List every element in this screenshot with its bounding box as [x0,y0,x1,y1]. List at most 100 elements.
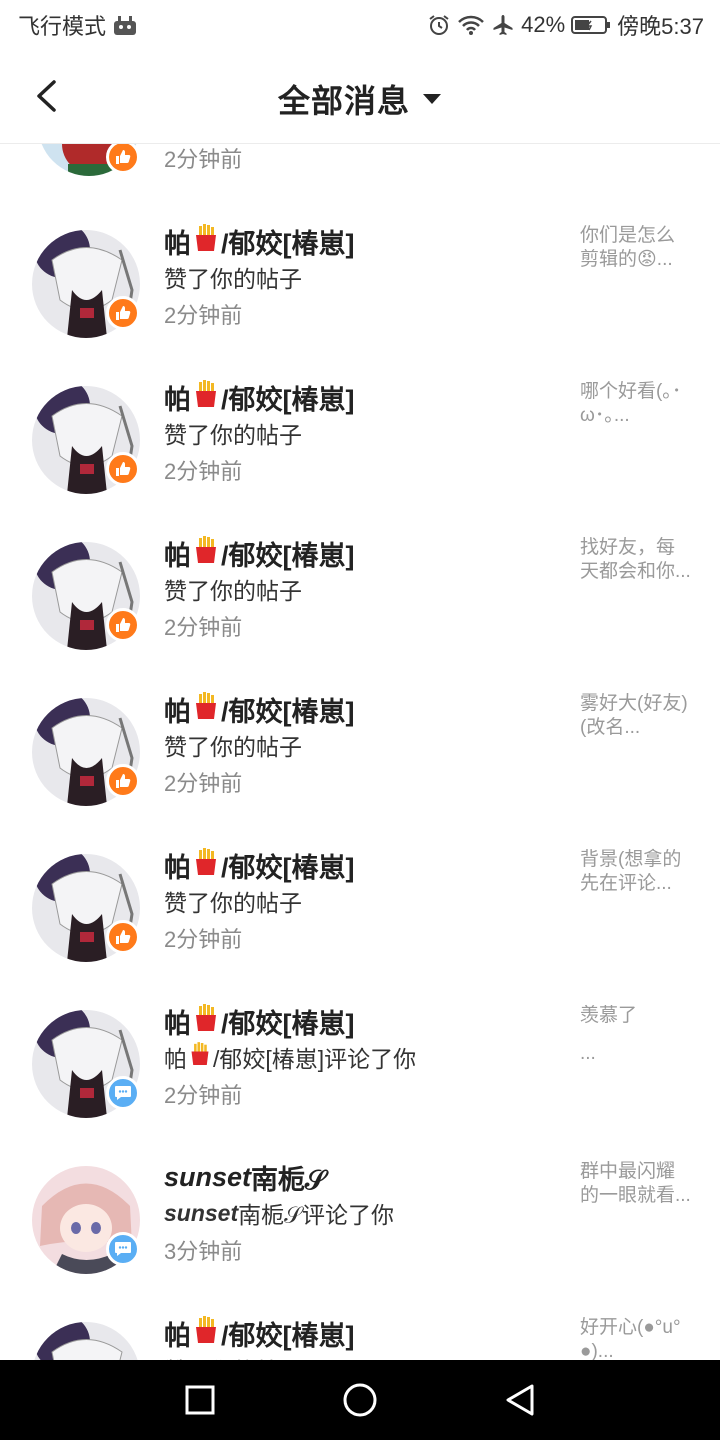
snippet-line: 羡慕了 [580,1005,638,1026]
action-text-part: /郁姣[椿崽]评论了你 [213,1046,417,1072]
list-item[interactable]: 帕 /郁姣[椿崽] 赞了你的帖子 2分钟前 雾好大(好友)(改名... [0,688,720,844]
android-icon [112,14,138,36]
speech-bubble-icon [115,1242,131,1256]
sender-name[interactable]: 帕 /郁姣[椿崽] [164,222,354,261]
list-item[interactable]: sunset 南栀𝒮 sunset 南栀𝒮评论了你 3分钟前 群中最闪耀的一眼就… [0,1156,720,1312]
alarm-icon [427,13,451,37]
status-left: 飞行模式 [18,9,138,41]
thumbs-up-icon [116,774,131,788]
list-item[interactable]: 帕 /郁姣[椿崽] 赞了你的帖子 好开心(●°u°●)... [0,1312,720,1360]
list-item[interactable]: 帕 /郁姣[椿崽] 帕 /郁姣[椿崽]评论了你 2分钟前 羡慕了 ... [0,1000,720,1156]
item-time: 3分钟前 [164,1239,243,1264]
airplane-icon [491,13,515,37]
snippet-line: ... [580,1043,596,1064]
fries-icon [193,536,219,571]
post-snippet[interactable]: 找好友，每天都会和你... [580,536,692,584]
sender-name-part: 南栀𝒮 [251,1165,326,1195]
like-badge [106,608,140,642]
action-text: 赞了你的帖子 [164,578,302,604]
thumbs-up-icon [116,150,131,164]
item-time: 2分钟前 [164,147,243,172]
post-snippet[interactable]: 羡慕了 ... [580,1004,692,1066]
item-time: 2分钟前 [164,303,243,328]
item-time: 2分钟前 [164,771,243,796]
fries-icon [193,1004,219,1039]
list-item[interactable]: 帕 /郁姣[椿崽] 赞了你的帖子 2分钟前 找好友，每天都会和你... [0,532,720,688]
wifi-icon [457,14,485,36]
avatar[interactable] [32,1322,140,1360]
fries-icon [193,380,219,415]
home-icon [343,1383,377,1417]
sender-name-part: /郁姣[椿崽] [221,229,355,259]
post-snippet[interactable]: 哪个好看(｡･ω･｡... [580,380,692,428]
action-text-part: sunset [164,1199,239,1226]
sender-name-part: /郁姣[椿崽] [221,853,355,883]
sender-name[interactable]: 帕 /郁姣[椿崽] [164,378,354,417]
list-item[interactable]: 帕 /郁姣[椿崽] 赞了你的帖子 2分钟前 背景(想拿的先在评论... [0,844,720,1000]
fries-icon [193,1316,219,1351]
sender-name-part: 帕 [164,1009,191,1039]
sender-name[interactable]: sunset 南栀𝒮 [164,1158,326,1197]
sender-name-part: /郁姣[椿崽] [221,1321,355,1351]
system-back-button[interactable] [490,1370,550,1430]
post-snippet[interactable]: 好开心(●°u°●)... [580,1316,692,1360]
battery-icon [571,14,611,36]
action-text: sunset 南栀𝒮评论了你 [164,1196,394,1230]
clock: 傍晚5:37 [617,14,704,39]
action-text: 赞了你的帖子 [164,422,302,448]
post-snippet[interactable]: 背景(想拿的先在评论... [580,848,692,896]
navigation-bar [0,1360,720,1440]
caret-down-icon [423,94,441,104]
sender-name[interactable]: 帕 /郁姣[椿崽] [164,534,354,573]
home-button[interactable] [330,1370,390,1430]
speech-bubble-icon [115,1086,131,1100]
item-time: 2分钟前 [164,1083,243,1108]
sender-name[interactable]: 帕 /郁姣[椿崽] [164,1314,354,1353]
post-snippet[interactable]: 你们是怎么剪辑的😡... [580,224,692,272]
action-text: 帕 /郁姣[椿崽]评论了你 [164,1040,416,1074]
comment-badge [106,1076,140,1110]
recent-apps-icon [185,1385,215,1415]
sender-name-part: /郁姣[椿崽] [221,1009,355,1039]
fries-icon [193,848,219,883]
airplane-mode-label: 飞行模式 [18,14,107,39]
item-time: 2分钟前 [164,459,243,484]
recent-apps-button[interactable] [170,1370,230,1430]
list-item[interactable]: 2分钟前 [0,144,720,220]
sender-name-part: 帕 [164,1321,191,1351]
header: 全部消息 [0,50,720,144]
thumbs-up-icon [116,618,131,632]
status-bar: 飞行模式 42% 傍晚5:37 [0,0,720,50]
sender-name-part: 帕 [164,697,191,727]
sender-name[interactable]: 帕 /郁姣[椿崽] [164,846,354,885]
fries-icon [193,224,219,259]
sender-name[interactable]: 帕 /郁姣[椿崽] [164,690,354,729]
sender-name[interactable]: 帕 /郁姣[椿崽] [164,1002,354,1041]
fries-icon [189,1042,211,1072]
message-filter-dropdown[interactable]: 全部消息 [0,76,720,122]
like-badge [106,296,140,330]
list-item[interactable]: 帕 /郁姣[椿崽] 赞了你的帖子 2分钟前 你们是怎么剪辑的😡... [0,220,720,376]
sender-name-part: 帕 [164,853,191,883]
thumbs-up-icon [116,462,131,476]
post-snippet[interactable]: 群中最闪耀的一眼就看... [580,1160,692,1208]
battery-percent: 42% [521,12,566,37]
item-time: 2分钟前 [164,927,243,952]
action-text: 赞了你的帖子 [164,890,302,916]
sender-name-part: 帕 [164,541,191,571]
sender-name-part: 帕 [164,229,191,259]
like-badge [106,452,140,486]
list-item[interactable]: 帕 /郁姣[椿崽] 赞了你的帖子 2分钟前 哪个好看(｡･ω･｡... [0,376,720,532]
like-badge [106,144,140,174]
post-snippet[interactable]: 雾好大(好友)(改名... [580,692,692,740]
back-icon [506,1384,534,1416]
sender-name-part: /郁姣[椿崽] [221,541,355,571]
sender-name-part: /郁姣[椿崽] [221,385,355,415]
page-title: 全部消息 [277,83,410,119]
action-text: 赞了你的帖子 [164,734,302,760]
status-right: 42% 傍晚5:37 [427,9,704,41]
action-text: 赞了你的帖子 [164,266,302,292]
message-list: 2分钟前 帕 /郁姣[椿崽] 赞了你的帖子 2分钟前 你们是怎么剪辑的😡... … [0,144,720,1360]
fries-icon [193,692,219,727]
like-badge [106,920,140,954]
